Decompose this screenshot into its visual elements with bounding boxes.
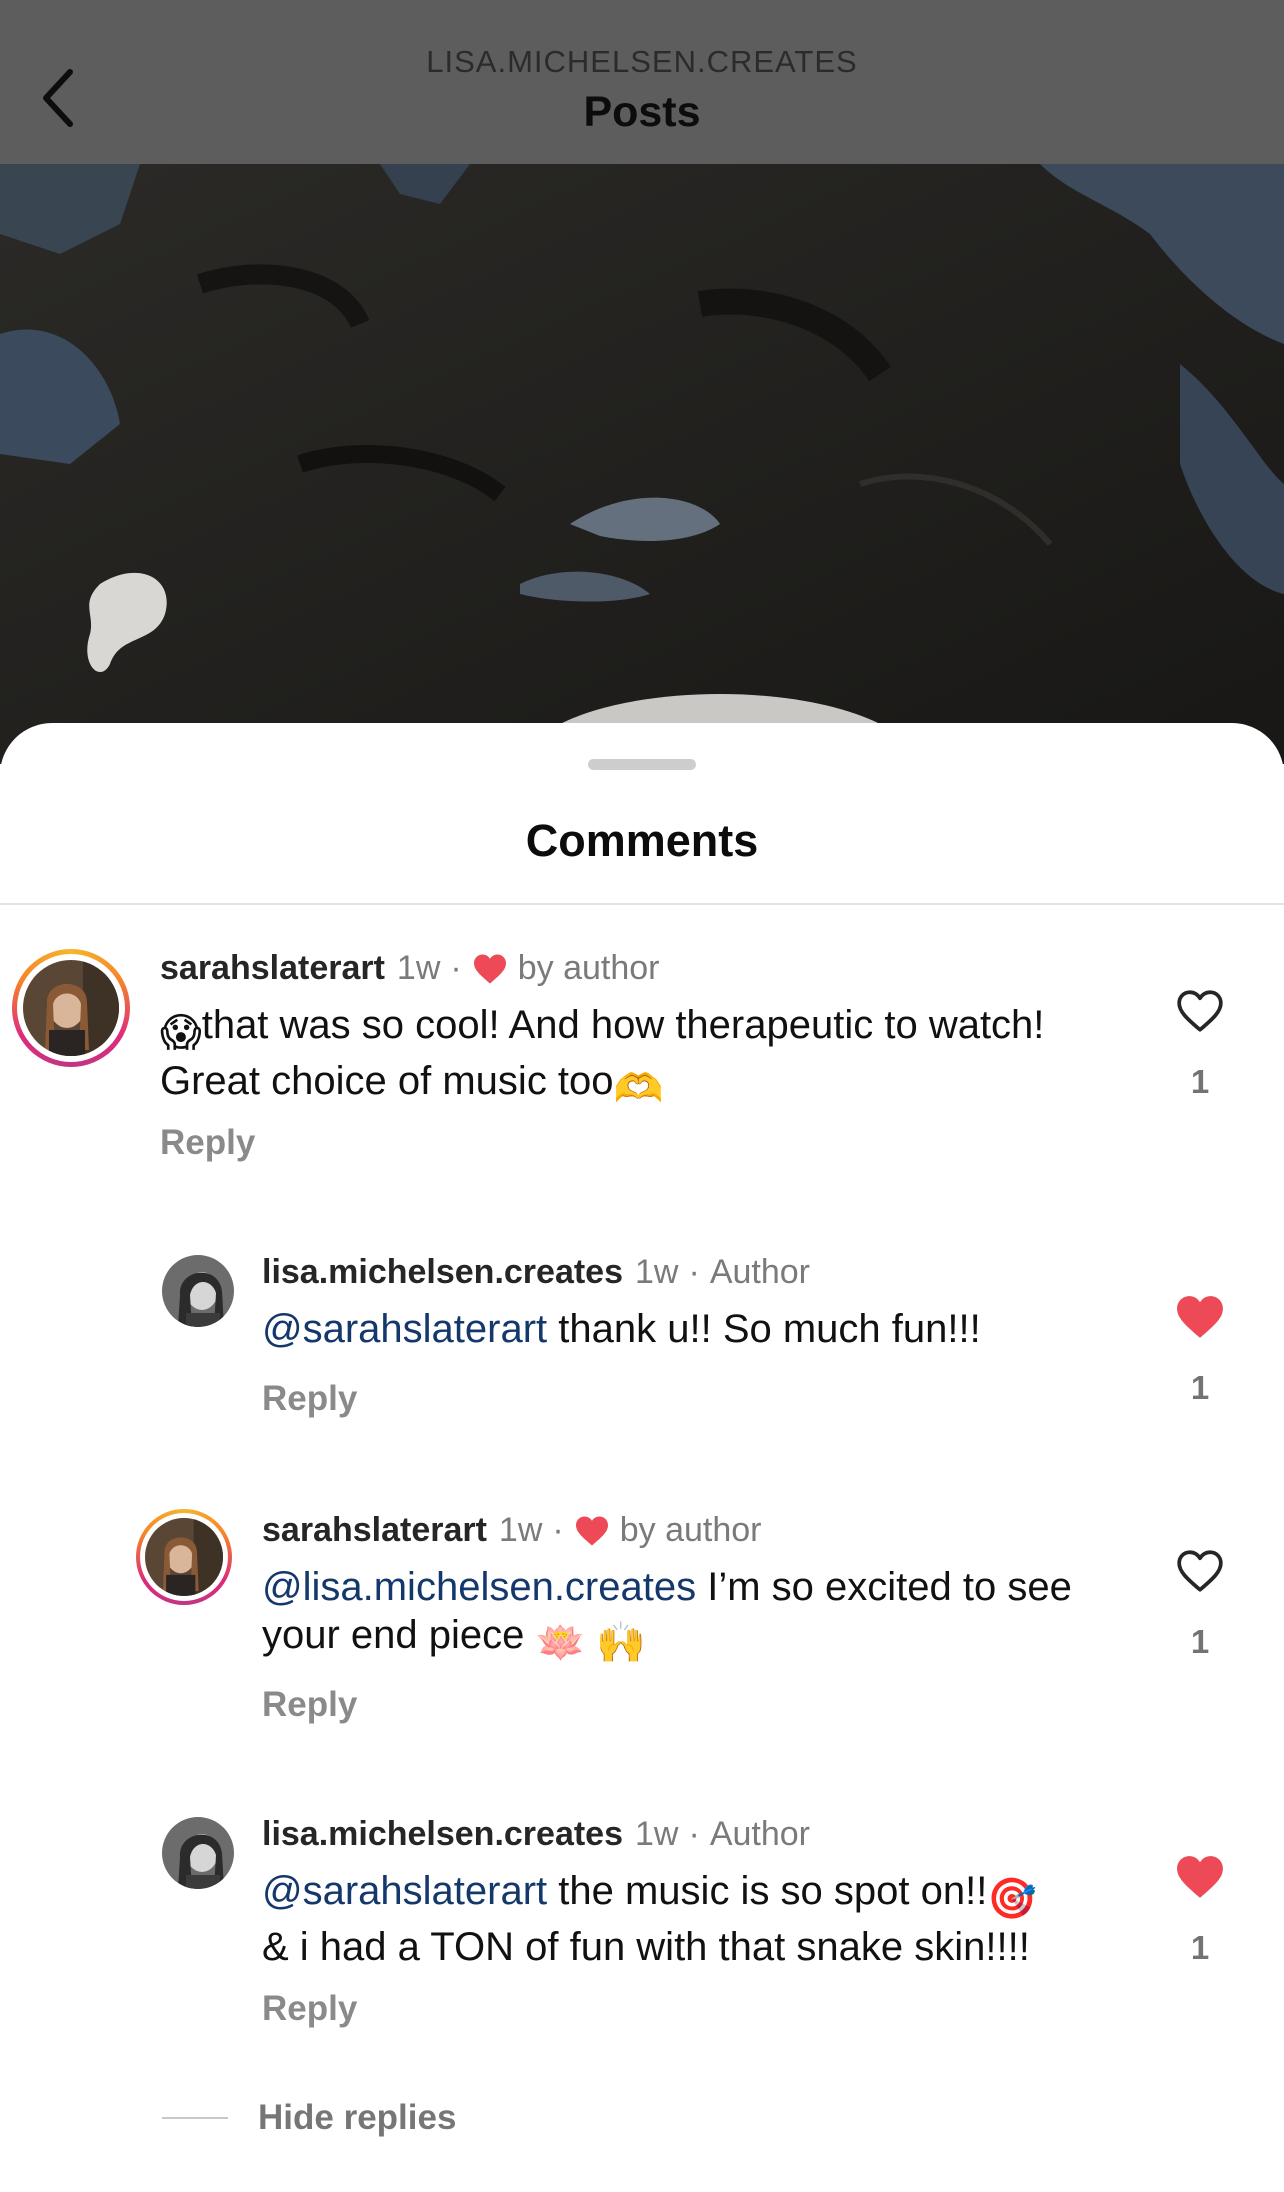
- face-screaming-emoji: 😱: [160, 1011, 202, 1055]
- like-button[interactable]: [1170, 1287, 1230, 1347]
- author-badge: Author: [709, 1815, 810, 1853]
- story-ring[interactable]: [12, 949, 130, 1067]
- mention-link[interactable]: @sarahslaterart: [262, 1307, 547, 1351]
- comment-time: 1w: [635, 1815, 679, 1853]
- like-button[interactable]: [1170, 981, 1230, 1041]
- heart-filled-icon: [1177, 1296, 1223, 1338]
- avatar-photo: [162, 1817, 234, 1889]
- meta-separator: ·: [552, 1511, 564, 1549]
- like-button[interactable]: [1170, 1847, 1230, 1907]
- top-nav-bar: LISA.MICHELSEN.CREATES Posts: [0, 0, 1284, 164]
- username[interactable]: sarahslaterart: [160, 949, 385, 988]
- comment-meta: sarahslaterart 1w · by author: [160, 949, 659, 988]
- like-count: 1: [1190, 1623, 1210, 1660]
- heart-hands-emoji: 🫶: [613, 1067, 664, 1111]
- reply-button[interactable]: Reply: [262, 1685, 357, 1725]
- mention-link[interactable]: @sarahslaterart: [262, 1869, 547, 1913]
- hide-replies-button[interactable]: Hide replies: [258, 2098, 456, 2138]
- meta-separator: ·: [688, 1815, 700, 1853]
- heart-outline-icon: [1177, 990, 1223, 1032]
- heart-icon: [574, 1515, 610, 1547]
- sheet-drag-handle[interactable]: [588, 759, 696, 770]
- like-count: 1: [1190, 1063, 1210, 1100]
- username[interactable]: sarahslaterart: [262, 1511, 487, 1550]
- liked-by-author-badge: by author: [619, 1511, 762, 1549]
- comment-meta: lisa.michelsen.creates 1w · Author: [262, 1815, 810, 1854]
- comment-text-content: thank u!! So much fun!!!: [547, 1307, 981, 1351]
- avatar-photo: [145, 1518, 223, 1596]
- username[interactable]: lisa.michelsen.creates: [262, 1815, 623, 1854]
- post-image: [0, 164, 1284, 764]
- comment-text-content: the music is so spot on!!: [547, 1869, 988, 1913]
- like-button[interactable]: [1170, 1541, 1230, 1601]
- lotus-raised-hands-emoji: 🪷 🙌: [535, 1621, 647, 1665]
- reply-button[interactable]: Reply: [160, 1123, 255, 1163]
- mention-link[interactable]: @lisa.michelsen.creates: [262, 1565, 696, 1609]
- comment-time: 1w: [635, 1253, 679, 1291]
- hide-replies-row: Hide replies: [162, 2098, 456, 2138]
- avatar: [145, 1518, 223, 1596]
- comment-time: 1w: [498, 1511, 543, 1549]
- meta-separator: ·: [450, 949, 462, 987]
- avatar[interactable]: [162, 1255, 234, 1327]
- sheet-title: Comments: [525, 815, 759, 866]
- comment-text-content: that was so cool! And how therapeutic to…: [160, 1003, 1045, 1103]
- avatar: [23, 960, 119, 1056]
- heart-outline-icon: [1177, 1550, 1223, 1592]
- painting-artwork: [0, 164, 1284, 764]
- account-name: LISA.MICHELSEN.CREATES: [426, 44, 858, 79]
- reply-button[interactable]: Reply: [262, 1379, 357, 1419]
- comment-time: 1w: [396, 949, 441, 987]
- comment-text: @sarahslaterart the music is so spot on!…: [262, 1867, 1122, 1971]
- comment-text: 😱that was so cool! And how therapeutic t…: [160, 1001, 1060, 1113]
- heart-icon: [472, 953, 508, 985]
- divider: [0, 903, 1284, 905]
- avatar-photo: [162, 1255, 234, 1327]
- story-ring[interactable]: [136, 1509, 232, 1605]
- comment-meta: sarahslaterart 1w · by author: [262, 1511, 761, 1550]
- author-badge: Author: [709, 1253, 810, 1291]
- like-count: 1: [1190, 1369, 1210, 1406]
- heart-filled-icon: [1177, 1856, 1223, 1898]
- liked-by-author-badge: by author: [517, 949, 660, 987]
- username[interactable]: lisa.michelsen.creates: [262, 1253, 623, 1292]
- direct-hit-emoji: 🎯: [987, 1877, 1038, 1921]
- comment-meta: lisa.michelsen.creates 1w · Author: [262, 1253, 810, 1292]
- avatar-photo: [23, 960, 119, 1056]
- reply-button[interactable]: Reply: [262, 1989, 357, 2029]
- meta-separator: ·: [688, 1253, 700, 1291]
- comment-text: @lisa.michelsen.creates I’m so excited t…: [262, 1563, 1122, 1667]
- comments-sheet: Comments sarahslaterart 1w · by author 😱…: [0, 723, 1284, 2192]
- thread-line: [162, 2117, 228, 2119]
- page-title: Posts: [583, 88, 701, 136]
- like-count: 1: [1190, 1929, 1210, 1966]
- comment-text: @sarahslaterart thank u!! So much fun!!!: [262, 1305, 1122, 1353]
- comment-text-continuation: & i had a TON of fun with that snake ski…: [262, 1925, 1030, 1969]
- avatar[interactable]: [162, 1817, 234, 1889]
